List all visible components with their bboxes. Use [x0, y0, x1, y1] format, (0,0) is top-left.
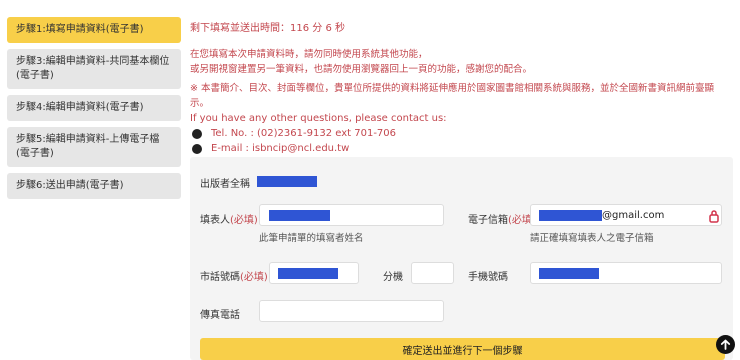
contact-info: If you have any other questions, please …	[190, 111, 447, 156]
email-hint: 請正確填寫填表人之電子信箱	[530, 233, 654, 244]
publisher-label: 出版者全稱	[200, 179, 250, 190]
email-user-redacted	[539, 210, 602, 221]
arrow-up-icon	[720, 339, 731, 350]
notice-line-4: 示。	[190, 98, 210, 109]
email-label-text: 電子信箱	[468, 215, 508, 226]
contact-title: If you have any other questions, please …	[190, 113, 447, 124]
step-6-tab[interactable]: 步驟6:送出申請(電子書)	[7, 173, 181, 199]
publisher-name-redacted	[257, 176, 317, 187]
notice-line-3: ※ 本書簡介、目次、封面等欄位，貴單位所提供的資料將延伸應用於國家圖書館相關系統…	[190, 83, 714, 94]
required-mark: (必填)	[230, 215, 258, 226]
contact-email: E-mail : isbncip@ncl.edu.tw	[211, 143, 350, 154]
step-5-tab[interactable]: 步驟5:編輯申請資料-上傳電子檔(電子書)	[7, 127, 181, 167]
submit-next-step-button[interactable]: 確定送出並進行下一個步驟	[200, 338, 725, 360]
extension-label: 分機	[383, 272, 403, 283]
extension-input[interactable]	[411, 262, 454, 284]
fax-label: 傳真電話	[200, 310, 240, 321]
bullet-icon	[192, 143, 202, 154]
step-1-tab[interactable]: 步驟1:填寫申請資料(電子書)	[7, 17, 181, 43]
notice-line-2: 或另開視窗建置另一筆資料，也請勿使用瀏覽器回上一頁的功能，感謝您的配合。	[190, 64, 533, 75]
data-usage-notice: ※ 本書簡介、目次、封面等欄位，貴單位所提供的資料將延伸應用於國家圖書館相關系統…	[190, 81, 730, 111]
applicant-form: 出版者全稱 填表人(必填) 此筆申請單的填寫者姓名 電子信箱(必填) @gmai…	[190, 157, 733, 360]
email-label: 電子信箱(必填)	[468, 211, 536, 226]
applicant-hint: 此筆申請單的填寫者姓名	[259, 233, 364, 244]
step-3-tab[interactable]: 步驟3:編輯申請資料-共同基本欄位(電子書)	[7, 49, 181, 89]
usage-notice: 在您填寫本次申請資料時，請勿同時使用系統其他功能， 或另開視窗建置另一筆資料，也…	[190, 47, 730, 77]
applicant-label: 填表人(必填)	[200, 211, 258, 226]
applicant-name-redacted	[269, 210, 330, 221]
bullet-icon	[192, 128, 202, 139]
back-to-top-button[interactable]	[716, 335, 735, 354]
notice-line-1: 在您填寫本次申請資料時，請勿同時使用系統其他功能，	[190, 49, 428, 60]
phone-redacted	[278, 268, 338, 279]
mobile-redacted	[539, 268, 599, 279]
applicant-label-text: 填表人	[200, 215, 230, 226]
phone-label: 市話號碼(必填)	[200, 268, 268, 283]
contact-tel-line: Tel. No. : (02)2361-9132 ext 701-706	[190, 126, 447, 141]
countdown-timer: 剩下填寫並送出時間：116 分 6 秒	[190, 23, 345, 34]
step-4-tab[interactable]: 步驟4:編輯申請資料(電子書)	[7, 95, 181, 121]
password-manager-icon[interactable]	[708, 209, 720, 223]
fax-input[interactable]	[259, 300, 444, 322]
email-domain-text: @gmail.com	[602, 210, 665, 221]
contact-tel: Tel. No. : (02)2361-9132 ext 701-706	[211, 128, 397, 139]
mobile-label: 手機號碼	[468, 272, 508, 283]
phone-label-text: 市話號碼	[200, 272, 240, 283]
step-sidebar: 步驟1:填寫申請資料(電子書) 步驟3:編輯申請資料-共同基本欄位(電子書) 步…	[7, 17, 181, 205]
required-mark: (必填)	[240, 272, 268, 283]
contact-email-line: E-mail : isbncip@ncl.edu.tw	[190, 141, 447, 156]
